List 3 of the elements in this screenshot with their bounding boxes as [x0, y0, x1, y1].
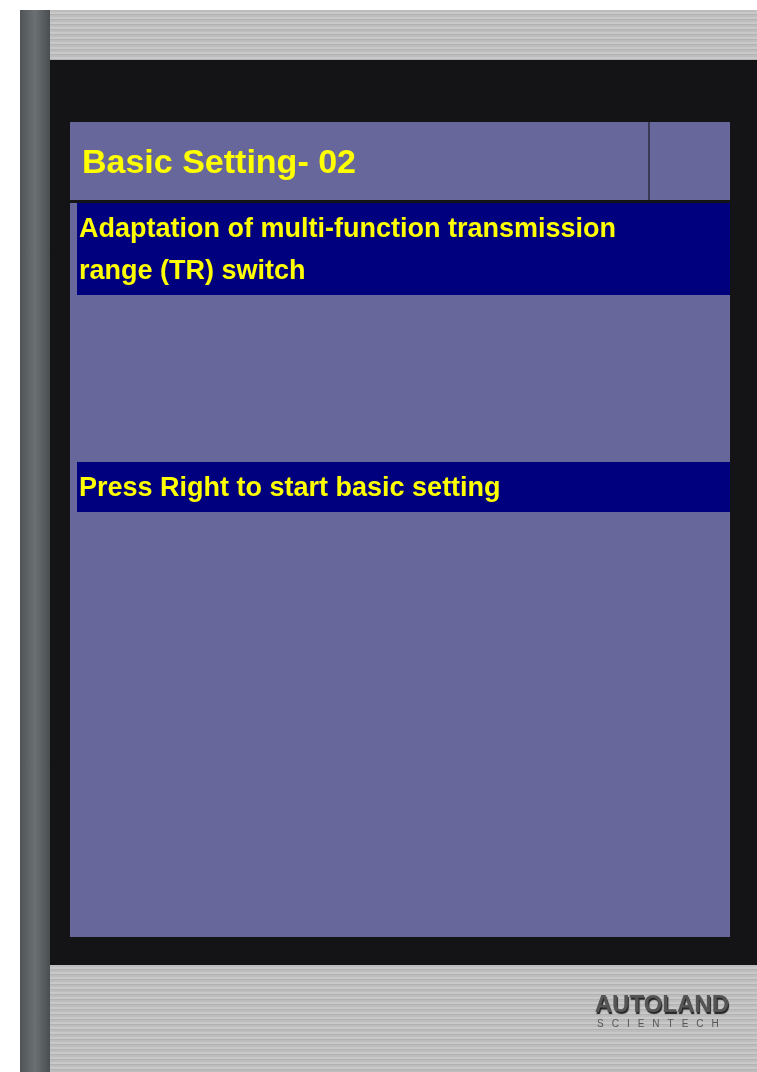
screen-title: Basic Setting- 02 — [70, 122, 650, 200]
logo-subtitle: SCIENTECH — [597, 1018, 727, 1029]
logo-wordmark: AUTOLAND — [594, 990, 729, 1018]
